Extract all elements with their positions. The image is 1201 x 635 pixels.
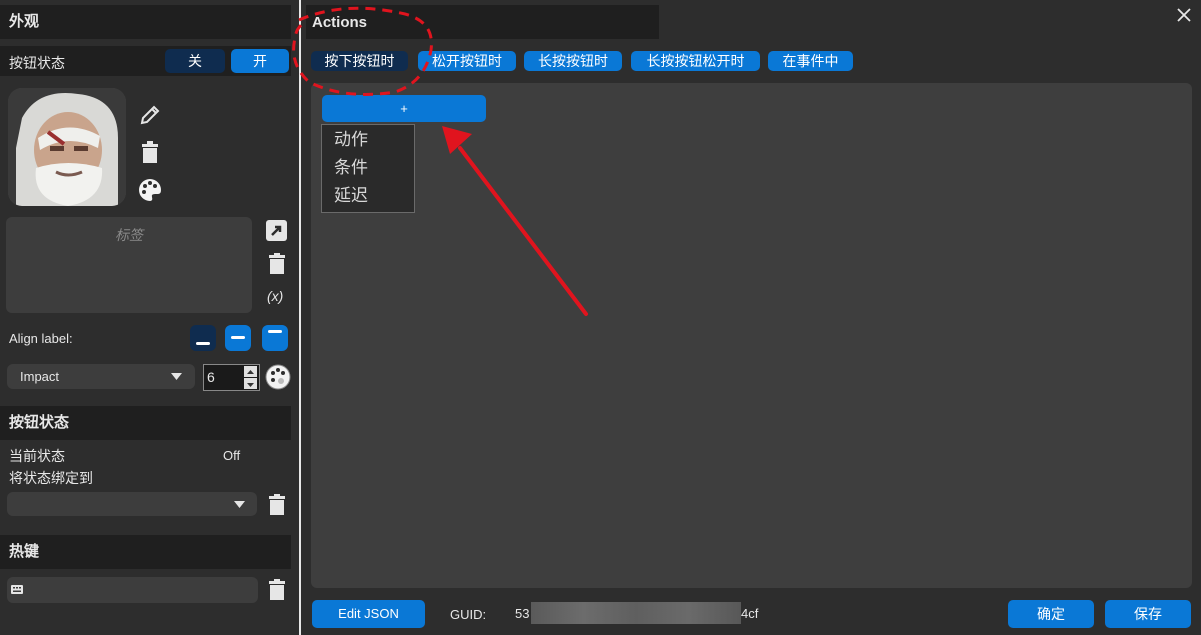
guid-label: GUID: (450, 607, 487, 622)
guid-prefix: 53 (515, 606, 530, 621)
toggle-off-button[interactable]: 关 (165, 49, 225, 73)
current-state-value: Off (223, 448, 241, 463)
close-icon[interactable] (1176, 7, 1192, 23)
label-placeholder: 标签 (115, 227, 143, 243)
chevron-down-icon (171, 373, 182, 380)
confirm-button[interactable]: 确定 (1008, 600, 1094, 628)
guid-suffix: 4cf (741, 606, 759, 621)
guid-redacted (531, 602, 741, 624)
menu-item-condition[interactable]: 条件 (322, 154, 414, 182)
spin-up-icon[interactable] (244, 366, 257, 377)
variable-icon[interactable]: (x) (267, 288, 283, 304)
tab-on-long-press-release[interactable]: 长按按钮松开时 (631, 51, 760, 71)
keyboard-icon (11, 585, 23, 594)
edit-json-button[interactable]: Edit JSON (312, 600, 425, 628)
label-trash-icon[interactable] (268, 253, 286, 275)
menu-item-delay[interactable]: 延迟 (322, 182, 414, 210)
toggle-on-button[interactable]: 开 (231, 49, 289, 73)
button-image[interactable] (8, 88, 126, 206)
font-size-spinbox[interactable]: 6 (203, 364, 260, 391)
palette-icon[interactable] (137, 177, 163, 203)
bind-state-label: 将状态绑定到 (9, 470, 93, 486)
button-state-label: 按钮状态 (9, 55, 65, 71)
font-size-value: 6 (207, 369, 215, 385)
align-bottom-icon[interactable] (190, 325, 216, 351)
annotation-arrow (442, 126, 588, 316)
hotkey-input[interactable] (7, 577, 258, 603)
bind-state-trash-icon[interactable] (268, 494, 286, 516)
current-state-label: 当前状态 (9, 448, 65, 464)
align-middle-icon[interactable] (225, 325, 251, 351)
menu-item-action[interactable]: 动作 (322, 126, 414, 154)
hotkey-trash-icon[interactable] (268, 579, 286, 601)
appearance-title: 外观 (0, 5, 291, 39)
state-section-title: 按钮状态 (0, 406, 291, 440)
chevron-down-icon (234, 501, 245, 508)
tab-on-event[interactable]: 在事件中 (768, 51, 853, 71)
font-color-palette-icon[interactable] (265, 364, 291, 390)
bind-state-select[interactable] (7, 492, 257, 516)
pencil-icon[interactable] (138, 103, 162, 127)
button-state-row: 按钮状态 关 开 (0, 46, 291, 76)
font-select-value: Impact (20, 369, 60, 384)
label-textarea[interactable]: 标签 (6, 217, 252, 313)
open-external-icon[interactable] (266, 220, 287, 241)
add-action-menu: 动作 条件 延迟 (321, 124, 415, 213)
trash-icon[interactable] (140, 141, 160, 165)
tab-on-long-press[interactable]: 长按按钮时 (524, 51, 622, 71)
hotkey-title: 热键 (0, 535, 291, 569)
font-select[interactable]: Impact (7, 364, 195, 389)
annotation-circle (292, 6, 433, 96)
align-label: Align label: (9, 331, 73, 346)
spin-down-icon[interactable] (244, 378, 257, 389)
save-button[interactable]: 保存 (1105, 600, 1191, 628)
align-top-icon[interactable] (262, 325, 288, 351)
avatar (8, 88, 126, 206)
